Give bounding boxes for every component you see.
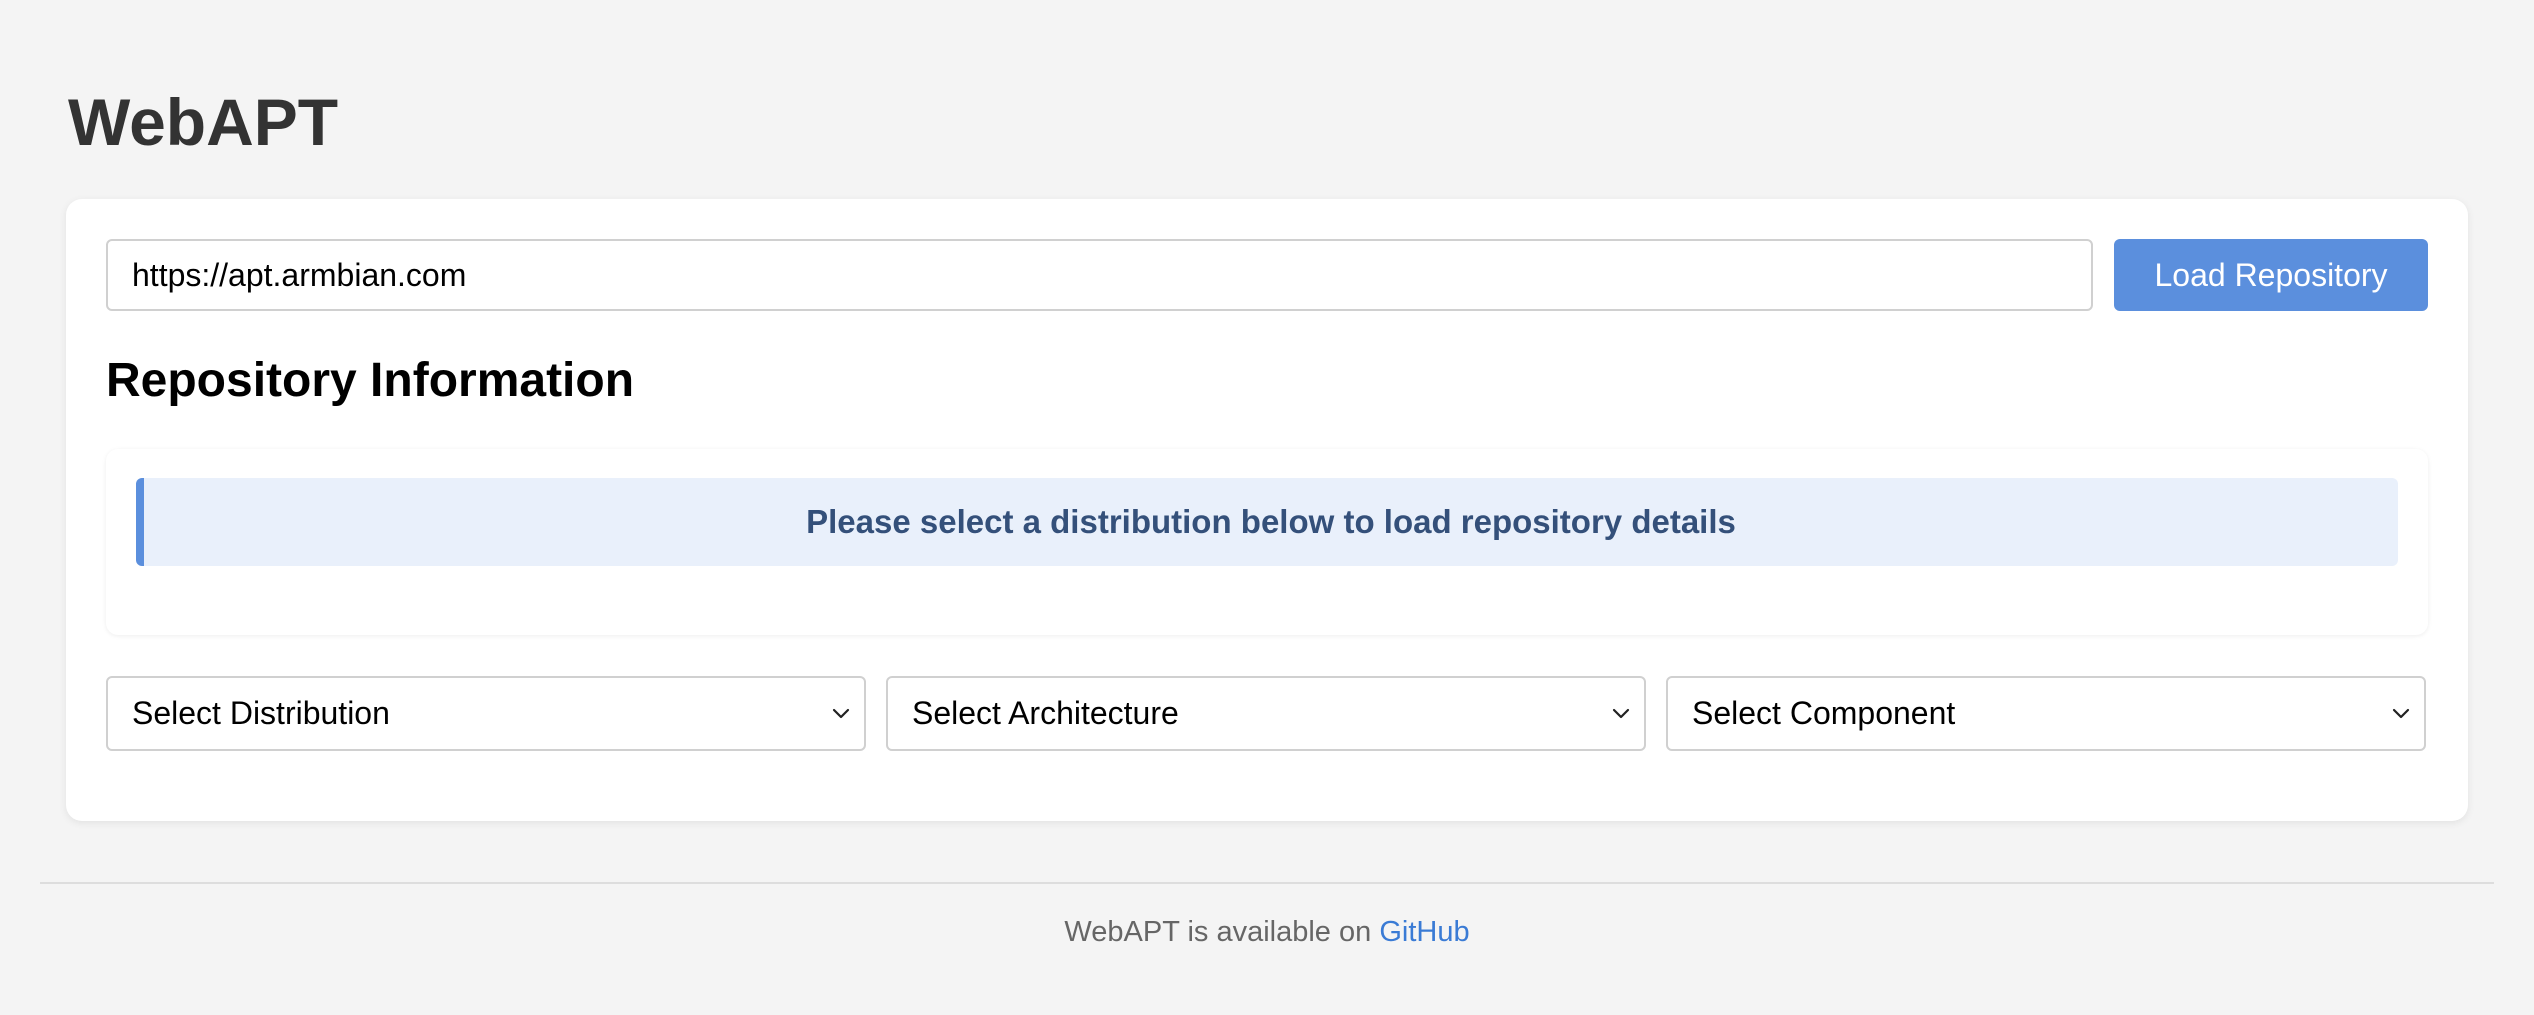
distribution-select[interactable]: Select Distribution [106, 676, 866, 751]
repository-info-heading: Repository Information [106, 354, 635, 407]
chevron-down-icon [832, 708, 850, 719]
repository-info-panel: Please select a distribution below to lo… [106, 449, 2428, 635]
footer: WebAPT is available on GitHub [0, 912, 2534, 952]
architecture-select[interactable]: Select Architecture [886, 676, 1646, 751]
chevron-down-icon [1612, 708, 1630, 719]
load-repository-button[interactable]: Load Repository [2114, 239, 2428, 311]
main-card: Load Repository Repository Information P… [66, 199, 2468, 821]
info-message: Please select a distribution below to lo… [806, 503, 1736, 540]
github-link[interactable]: GitHub [1379, 916, 1469, 948]
footer-text: WebAPT is available on [1064, 916, 1372, 948]
repository-url-input[interactable] [106, 239, 2093, 311]
info-banner: Please select a distribution below to lo… [136, 478, 2398, 566]
architecture-select-label: Select Architecture [912, 695, 1179, 731]
component-select-label: Select Component [1692, 695, 1956, 731]
chevron-down-icon [2392, 708, 2410, 719]
footer-divider [40, 882, 2494, 884]
distribution-select-label: Select Distribution [132, 695, 390, 731]
app-title: WebAPT [68, 85, 339, 159]
page: WebAPT Load Repository Repository Inform… [0, 0, 2534, 1015]
component-select[interactable]: Select Component [1666, 676, 2426, 751]
